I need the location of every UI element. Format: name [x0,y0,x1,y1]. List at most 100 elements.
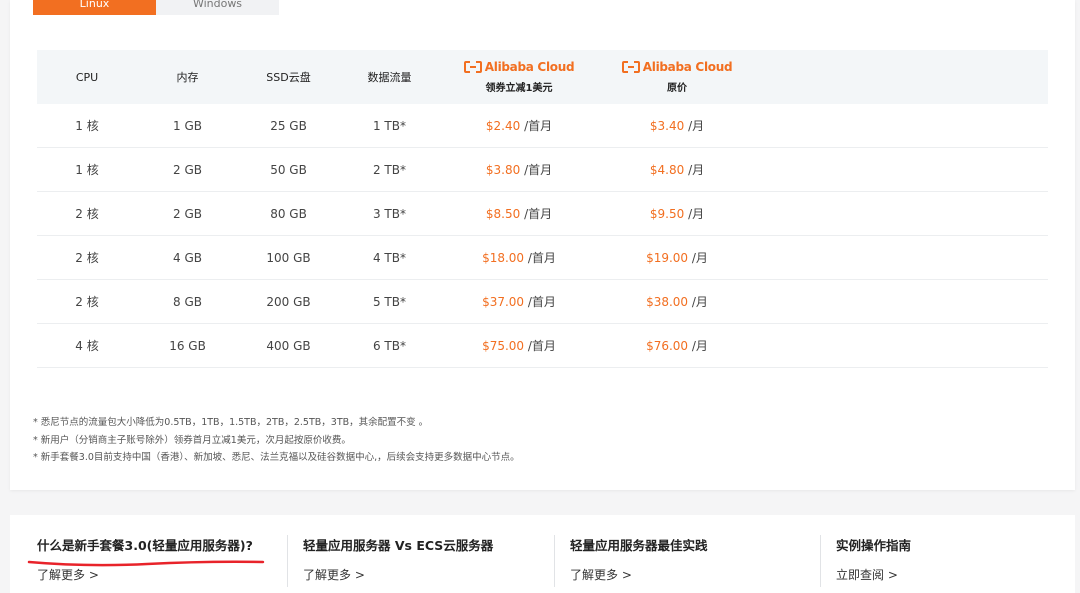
footnotes: * 悉尼节点的流量包大小降低为0.5TB，1TB，1.5TB，2TB，2.5TB… [33,414,520,467]
price-value: $3.80 [485,163,521,177]
cell-ssd: 400 GB [238,323,339,368]
cell-spacer [756,147,1048,192]
cell-spacer [756,235,1048,280]
tab-windows[interactable]: Windows [156,0,279,15]
column-divider [554,535,555,587]
faq-title[interactable]: 实例操作指南 [836,535,911,554]
header-original-price: Alibaba Cloud 原价 [598,50,756,104]
cell-original-price: $38.00 /月 [598,279,756,324]
tab-linux[interactable]: Linux [33,0,156,15]
pricing-table: CPU 内存 SSD云盘 数据流量 Alibaba Cloud 领券立减1美元 [37,50,1048,368]
os-tabs: Linux Windows [33,0,279,15]
price-value: $3.40 [649,119,685,133]
faq-title[interactable]: 什么是新手套餐3.0(轻量应用服务器)? [37,535,253,554]
header-cpu: CPU [37,50,137,104]
cell-cpu: 4 核 [37,323,137,368]
price-value: $18.00 [482,251,525,265]
column-divider [820,535,821,587]
original-header-label: 原价 [667,83,687,94]
cell-original-price: $3.40 /月 [598,104,756,148]
alibaba-cloud-logo-icon [463,61,482,73]
cell-spacer [756,323,1048,368]
cell-original-price: $9.50 /月 [598,191,756,236]
price-unit: /月 [688,163,705,177]
faq-title[interactable]: 轻量应用服务器最佳实践 [570,535,708,554]
price-unit: /首月 [524,163,553,177]
pricing-card: Linux Windows CPU 内存 SSD云盘 数据流量 Alibaba … [10,0,1075,490]
faq-column: 轻量应用服务器最佳实践 了解更多 > [570,535,708,593]
cell-spacer [756,104,1048,148]
header-memory: 内存 [137,50,238,104]
price-unit: /月 [691,339,708,353]
cell-memory: 16 GB [137,323,238,368]
cell-memory: 1 GB [137,104,238,148]
table-row: 1 核1 GB 25 GB 1 TB* $2.40 /首月 $3.40 /月 [37,104,1048,148]
cell-promo-price: $3.80 /首月 [440,147,598,192]
price-value: $8.50 [485,207,521,221]
header-traffic: 数据流量 [339,50,440,104]
cell-ssd: 25 GB [238,104,339,148]
promo-header-label: 领券立减1美元 [485,83,553,94]
footnote: * 悉尼节点的流量包大小降低为0.5TB，1TB，1.5TB，2TB，2.5TB… [33,417,429,428]
cell-traffic: 4 TB* [339,235,440,280]
view-now-link[interactable]: 立即查阅 > [836,566,911,583]
cell-cpu: 2 核 [37,235,137,280]
price-unit: /月 [688,207,705,221]
alibaba-cloud-logo-icon [621,61,640,73]
price-value: $75.00 [482,339,525,353]
cell-ssd: 50 GB [238,147,339,192]
cell-memory: 2 GB [137,147,238,192]
cell-ssd: 200 GB [238,279,339,324]
price-unit: /月 [691,295,708,309]
cell-cpu: 2 核 [37,191,137,236]
price-unit: /首月 [524,119,553,133]
cell-memory: 4 GB [137,235,238,280]
cell-original-price: $19.00 /月 [598,235,756,280]
table-row: 2 核2 GB 80 GB 3 TB* $8.50 /首月 $9.50 /月 [37,191,1048,236]
cell-promo-price: $8.50 /首月 [440,191,598,236]
cell-cpu: 1 核 [37,147,137,192]
cell-promo-price: $75.00 /首月 [440,323,598,368]
column-divider [287,535,288,587]
cell-promo-price: $37.00 /首月 [440,279,598,324]
faq-column: 轻量应用服务器 Vs ECS云服务器 了解更多 > [303,535,493,593]
learn-more-link[interactable]: 了解更多 > [303,566,493,583]
header-ssd: SSD云盘 [238,50,339,104]
price-value: $19.00 [646,251,689,265]
price-value: $9.50 [649,207,685,221]
price-unit: /首月 [527,295,556,309]
learn-more-link[interactable]: 了解更多 > [37,566,253,583]
learn-more-link[interactable]: 了解更多 > [570,566,708,583]
cell-traffic: 3 TB* [339,191,440,236]
cell-traffic: 5 TB* [339,279,440,324]
price-value: $2.40 [485,119,521,133]
footnote: * 新手套餐3.0目前支持中国（香港）、新加坡、悉尼、法兰克福以及硅谷数据中心,… [33,452,520,463]
alibaba-cloud-brand-text: Alibaba Cloud [642,60,733,74]
faq-links-bar: 什么是新手套餐3.0(轻量应用服务器)? 了解更多 > 轻量应用服务器 Vs E… [10,515,1075,593]
alibaba-cloud-logo: Alibaba Cloud [621,60,733,74]
price-unit: /月 [691,251,708,265]
table-row: 2 核8 GB 200 GB 5 TB* $37.00 /首月 $38.00 /月 [37,279,1048,324]
cell-ssd: 100 GB [238,235,339,280]
cell-traffic: 6 TB* [339,323,440,368]
header-spacer [756,50,1048,104]
faq-title[interactable]: 轻量应用服务器 Vs ECS云服务器 [303,535,493,554]
cell-traffic: 2 TB* [339,147,440,192]
alibaba-cloud-logo: Alibaba Cloud [463,60,575,74]
faq-column: 实例操作指南 立即查阅 > [836,535,911,593]
price-value: $38.00 [646,295,689,309]
price-value: $4.80 [649,163,685,177]
cell-cpu: 2 核 [37,279,137,324]
price-value: $76.00 [646,339,689,353]
price-unit: /首月 [527,339,556,353]
cell-original-price: $76.00 /月 [598,323,756,368]
red-underline-annotation [27,560,265,567]
cell-ssd: 80 GB [238,191,339,236]
cell-memory: 8 GB [137,279,238,324]
cell-promo-price: $18.00 /首月 [440,235,598,280]
cell-cpu: 1 核 [37,104,137,148]
price-unit: /月 [688,119,705,133]
pricing-table-body: 1 核1 GB 25 GB 1 TB* $2.40 /首月 $3.40 /月 1 核2 G… [37,104,1048,368]
cell-original-price: $4.80 /月 [598,147,756,192]
cell-memory: 2 GB [137,191,238,236]
